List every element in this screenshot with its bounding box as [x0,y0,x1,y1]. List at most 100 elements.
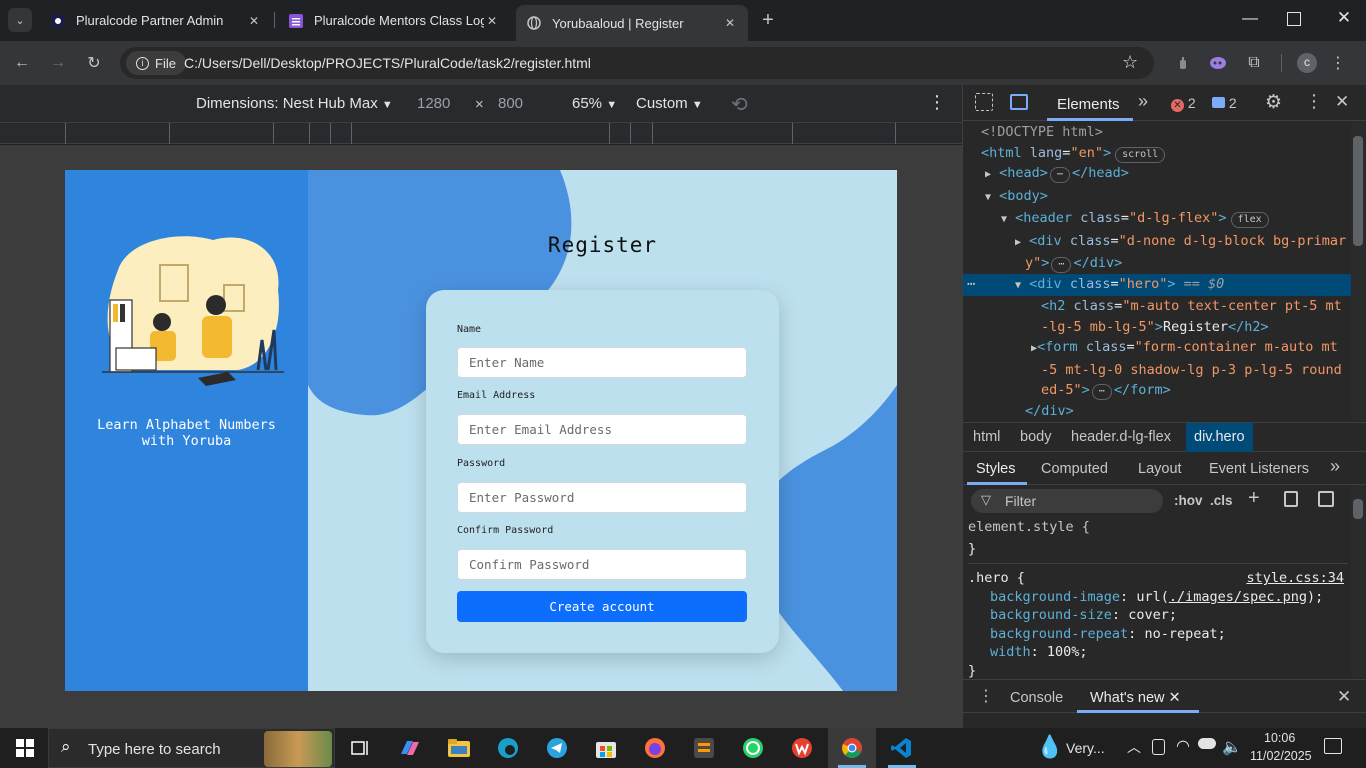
close-drawer-icon[interactable]: ✕ [1337,687,1351,707]
close-devtools-icon[interactable]: ✕ [1335,92,1349,112]
prop-link[interactable]: ./images/spec.png [1169,589,1307,605]
dom-div-hero-selected[interactable]: ⋯ ▼ <div class="hero"> == $0 [963,273,1351,296]
profile-avatar[interactable]: c [1297,53,1317,73]
windows-start-icon[interactable] [8,734,42,762]
paint-brush-icon[interactable] [1284,491,1298,507]
hov-toggle[interactable]: :hov [1174,493,1203,508]
edge-icon[interactable] [491,734,525,762]
zoom-select[interactable]: 65% ▼ [572,95,617,112]
copilot-icon[interactable] [393,734,427,762]
element-style-rule[interactable]: element.style { [968,518,1348,537]
devtools-menu-icon[interactable]: ⋮ [1305,91,1323,112]
dom-form[interactable]: ▶<form class="form-container m-auto mt [963,337,1351,360]
computed-tab[interactable]: Computed [1041,461,1108,477]
toggle-sidebar-icon[interactable] [1318,491,1334,507]
styles-filter-input[interactable]: ▽ Filter [971,489,1163,513]
bookmark-star-icon[interactable]: ☆ [1122,52,1138,73]
address-bar[interactable]: i File C:/Users/Dell/Desktop/PROJECTS/Plu… [120,47,1154,79]
css-prop-background-image[interactable]: background-image: url(./images/spec.png)… [968,588,1348,607]
width-input[interactable]: 1280 [417,95,450,112]
new-rule-icon[interactable]: + [1248,487,1260,510]
create-account-button[interactable]: Create account [457,591,747,622]
scroll-badge[interactable]: scroll [1115,146,1166,163]
chrome-icon[interactable] [835,734,869,762]
back-icon[interactable]: ← [9,50,35,76]
close-icon[interactable]: ✕ [484,14,500,28]
reload-icon[interactable]: ↻ [81,50,107,76]
device-dimensions-select[interactable]: Dimensions: Nest Hub Max ▼ [196,95,393,112]
tab-mentors-class-log[interactable]: Pluralcode Mentors Class Log ✕ [278,5,510,36]
close-icon[interactable]: ✕ [246,14,262,28]
dom-html[interactable]: <html lang="en"> scroll [963,143,1351,164]
message-count[interactable]: 2 [1212,95,1237,111]
tab-register[interactable]: Yorubaaloud | Register ✕ [516,5,748,41]
wps-office-icon[interactable] [785,734,819,762]
dom-div-sidebar[interactable]: ▶ <div class="d-none d-lg-block bg-prima… [963,231,1351,254]
file-explorer-icon[interactable] [442,734,476,762]
more-options-icon[interactable]: ⋮ [928,92,946,113]
forward-icon[interactable]: → [45,50,71,76]
sublime-text-icon[interactable] [687,734,721,762]
confirm-password-input[interactable]: Confirm Password [457,549,747,580]
height-input[interactable]: 800 [498,95,523,112]
dom-head[interactable]: ▶ <head> ⋯ </head> [963,163,1351,186]
drawer-menu-icon[interactable]: ⋮ [978,686,994,706]
css-prop-background-repeat[interactable]: background-repeat: no-repeat; [968,625,1348,644]
chrome-menu-icon[interactable]: ⋮ [1325,50,1351,76]
rotate-icon[interactable]: ⟲ [731,92,748,117]
flex-badge[interactable]: flex [1230,212,1269,228]
extensions-puzzle-icon[interactable]: ⧉ [1241,50,1267,76]
telegram-icon[interactable] [540,734,574,762]
microsoft-store-icon[interactable] [589,734,623,762]
name-input[interactable]: Enter Name [457,347,747,378]
device-toggle-icon[interactable] [1010,94,1028,110]
firefox-icon[interactable] [638,734,672,762]
copilot-extension-icon[interactable] [1205,50,1231,76]
css-prop-width[interactable]: width: 100%; [968,643,1348,662]
wifi-icon[interactable]: ◠ [1176,736,1190,756]
close-icon[interactable]: ✕ [722,16,738,30]
inspect-element-icon[interactable] [975,93,993,111]
new-tab-button[interactable]: + [758,8,778,32]
throttle-select[interactable]: Custom ▼ [636,95,703,112]
tab-partner-admin[interactable]: Pluralcode Partner Admin ✕ [40,5,272,36]
styles-scrollbar[interactable] [1351,485,1365,677]
tab-search-button[interactable]: ⌄ [8,8,32,32]
volume-icon[interactable]: 🔈 [1222,737,1242,757]
css-prop-background-size[interactable]: background-size: cover; [968,606,1348,625]
more-tabs-icon[interactable]: » [1138,91,1148,112]
dom-h2[interactable]: <h2 class="m-auto text-center pt-5 mt [963,296,1351,317]
elements-tab[interactable]: Elements [1057,96,1120,113]
extension-icon[interactable] [1170,50,1196,76]
clock-date[interactable]: 11/02/2025 [1250,749,1312,763]
breadcrumb-header[interactable]: header.d-lg-flex [1071,429,1171,445]
meet-now-icon[interactable] [1152,739,1165,755]
hero-rule[interactable]: .hero { style.css:34 [968,563,1348,588]
weather-text[interactable]: Very... [1066,740,1105,756]
task-view-icon[interactable] [343,734,377,762]
settings-gear-icon[interactable]: ⚙ [1265,91,1282,114]
rule-source-link[interactable]: style.css:34 [1246,569,1344,588]
error-count[interactable]: ✕ 2 [1171,95,1196,112]
more-tabs-icon[interactable]: » [1330,456,1340,477]
weather-icon[interactable]: 💧 [1036,734,1063,760]
cloud-icon[interactable] [1198,738,1216,749]
cls-toggle[interactable]: .cls [1210,493,1233,508]
minimize-button[interactable]: — [1240,10,1260,30]
vscode-icon[interactable] [884,734,918,762]
dom-body[interactable]: ▼ <body> [963,186,1351,209]
tray-chevron-icon[interactable]: ︿ [1127,737,1141,757]
clock-time[interactable]: 10:06 [1264,731,1295,745]
console-tab[interactable]: Console [1010,690,1063,706]
breadcrumb-div-hero[interactable]: div.hero [1186,423,1253,452]
site-info-chip[interactable]: i File [126,51,186,75]
password-input[interactable]: Enter Password [457,482,747,513]
event-listeners-tab[interactable]: Event Listeners [1209,461,1309,477]
whats-new-tab[interactable]: What's new ✕ [1090,690,1181,706]
email-input[interactable]: Enter Email Address [457,414,747,445]
layout-tab[interactable]: Layout [1138,461,1182,477]
taskbar-search-box[interactable]: ⌕ Type here to search [48,728,335,768]
close-icon[interactable]: ✕ [1169,690,1181,706]
styles-tab[interactable]: Styles [976,461,1016,477]
media-query-ruler[interactable] [0,122,962,144]
